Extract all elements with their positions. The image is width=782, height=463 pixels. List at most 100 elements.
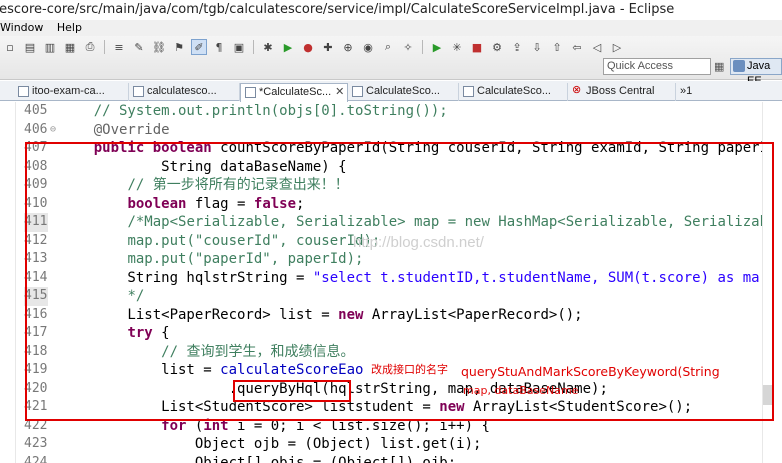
code-line[interactable]: 408 String dataBaseName) { — [0, 158, 782, 177]
tab-itoo-exam[interactable]: itoo-exam-ca... — [14, 83, 129, 101]
menu-window[interactable]: Window — [0, 20, 43, 36]
vertical-scrollbar[interactable] — [762, 102, 782, 463]
deploy-icon[interactable]: ⚙ — [489, 39, 505, 55]
line-number: 410 — [24, 195, 48, 211]
open-perspective-icon[interactable]: ▦ — [714, 58, 728, 75]
skip-icon[interactable]: ✳ — [449, 39, 465, 55]
code-text: // 查询到学生，和成绩信息。 — [161, 343, 355, 360]
editor-tab-bar: itoo-exam-ca... calculatesco... *Calcula… — [0, 81, 782, 102]
publish-icon[interactable]: ⇪ — [509, 39, 525, 55]
tab-overflow[interactable]: »1 — [676, 83, 716, 101]
save-icon[interactable]: ▥ — [42, 39, 58, 55]
new-java-icon[interactable]: ✚ — [320, 39, 336, 55]
tab-label: CalculateSco... — [366, 85, 440, 97]
open-type-icon[interactable]: ⌕ — [380, 39, 396, 55]
tab-label: *CalculateSc... — [259, 86, 332, 98]
line-number: 424 — [24, 454, 48, 463]
line-number: 415 — [24, 287, 48, 306]
close-icon[interactable]: ✕ — [335, 86, 344, 98]
perspective-java-ee[interactable]: Java EE — [730, 58, 782, 87]
java-file-icon — [463, 86, 474, 97]
java-ee-icon — [733, 60, 745, 72]
block-select-icon[interactable]: ▣ — [231, 39, 247, 55]
minimize-icon[interactable]: ▫ — [2, 39, 18, 55]
mark-occurrences-icon[interactable]: ✐ — [191, 39, 207, 55]
code-text: List<PaperRecord> list = new ArrayList<P… — [60, 306, 583, 323]
line-number: 414 — [24, 269, 48, 285]
code-line[interactable]: 410 boolean flag = false; — [0, 195, 782, 214]
tab-calculatescore-3[interactable]: CalculateSco... — [459, 83, 568, 101]
toolbar-row: ▫ ▤ ▥ ▦ ⎙ ≡ ✎ ⛓ ⚑ ✐ ¶ ▣ ✱ ▶ ● ✚ ⊕ ◉ ⌕ ✧ … — [2, 38, 625, 56]
annotation-note-method: queryStuAndMarkScoreByKeyword(String — [461, 364, 720, 379]
line-number: 407 — [24, 140, 48, 155]
last-edit-icon[interactable]: ⇦ — [569, 39, 585, 55]
code-line[interactable]: 415 */ — [0, 287, 782, 306]
forward-icon[interactable]: ▷ — [609, 39, 625, 55]
code-line[interactable]: 422 for (int i = 0; i < list.size(); i++… — [0, 417, 782, 436]
debug-icon[interactable]: ✱ — [260, 39, 276, 55]
tab-calculatescore[interactable]: calculatesco... — [129, 83, 240, 101]
code-line[interactable]: 406 ⊖ @Override — [0, 121, 782, 140]
code-line[interactable]: 424 Object[] objs = (Object[]) ojb; — [0, 454, 782, 463]
code-text: String dataBaseName) { — [60, 158, 347, 175]
code-line[interactable]: 421 List<StudentScore> liststudent = new… — [0, 398, 782, 417]
run-icon[interactable]: ▶ — [280, 39, 296, 55]
bookmark-icon[interactable]: ⚑ — [171, 39, 187, 55]
line-number: 417 — [24, 325, 48, 340]
line-number: 422 — [24, 417, 48, 433]
menu-help[interactable]: Help — [57, 20, 82, 36]
code-line[interactable]: 409 // 第一步将所有的记录查出来！！ — [0, 176, 782, 195]
scrollbar-thumb[interactable] — [763, 385, 773, 405]
line-number: 406 — [24, 121, 48, 137]
tab-calculatescore-service-impl[interactable]: *CalculateSc... ✕ — [240, 83, 348, 102]
code-line[interactable]: 414 String hqlstrString = "select t.stud… — [0, 269, 782, 288]
quick-access-input[interactable]: Quick Access — [603, 58, 711, 75]
tab-calculatescore-2[interactable]: CalculateSco... — [348, 83, 459, 101]
format-icon[interactable]: ≡ — [111, 39, 127, 55]
window-title-bar: tescore-core/src/main/java/com/tgb/calcu… — [0, 0, 782, 20]
stop-icon[interactable]: ■ — [469, 39, 485, 55]
link-icon[interactable]: ⛓ — [151, 39, 167, 55]
code-line[interactable]: 405 // System.out.println(objs[0].toStri… — [0, 102, 782, 121]
resume-icon[interactable]: ▶ — [429, 39, 445, 55]
code-line[interactable]: 418 // 查询到学生，和成绩信息。 — [0, 343, 782, 362]
code-text: boolean flag = false; — [127, 195, 305, 212]
code-line[interactable]: 416 List<PaperRecord> list = new ArrayLi… — [0, 306, 782, 325]
fold-toggle-icon[interactable]: ⊖ — [50, 121, 56, 140]
code-editor[interactable]: 405 // System.out.println(objs[0].toStri… — [0, 102, 782, 463]
line-number: 413 — [24, 251, 48, 266]
code-line[interactable]: 420 .queryByHql(hqlstrString, map, dataB… — [0, 380, 782, 399]
back-icon[interactable]: ◁ — [589, 39, 605, 55]
save-all-icon[interactable]: ▦ — [62, 39, 78, 55]
code-text: map.put("couserId", couserId); — [127, 232, 381, 249]
line-number: 423 — [24, 436, 48, 451]
java-file-icon — [352, 86, 363, 97]
search-icon[interactable]: ✧ — [400, 39, 416, 55]
next-annotation-icon[interactable]: ⇧ — [549, 39, 565, 55]
annotation-note-params: map, dataBaseName — [463, 384, 579, 397]
toolbar-separator — [104, 40, 105, 54]
line-number: 421 — [24, 399, 48, 414]
code-text: for (int i = 0; i < list.size(); i++) { — [161, 417, 490, 434]
new-package-icon[interactable]: ⊕ — [340, 39, 356, 55]
java-file-icon — [245, 87, 256, 98]
code-text: List<StudentScore> liststudent = new Arr… — [60, 399, 693, 415]
print-icon[interactable]: ⎙ — [82, 39, 98, 55]
code-text: // 第一步将所有的记录查出来！！ — [127, 177, 349, 193]
tab-jboss-central[interactable]: ⊗ JBoss Central — [568, 83, 676, 101]
wand-icon[interactable]: ✎ — [131, 39, 147, 55]
show-whitespace-icon[interactable]: ¶ — [211, 39, 227, 55]
server-icon[interactable]: ◉ — [360, 39, 376, 55]
code-line[interactable]: 413 map.put("paperId", paperId); — [0, 250, 782, 269]
external-tools-icon[interactable]: ● — [300, 39, 316, 55]
line-number: 412 — [24, 232, 48, 248]
code-line[interactable]: 411 /*Map<Serializable, Serializable> ma… — [0, 213, 782, 232]
code-line[interactable]: 423 Object ojb = (Object) list.get(i); — [0, 435, 782, 454]
new-icon[interactable]: ▤ — [22, 39, 38, 55]
menu-bar: Window Help — [0, 20, 782, 36]
toolbar-separator — [422, 40, 423, 54]
code-line[interactable]: 407 public boolean countScoreByPaperId(S… — [0, 139, 782, 158]
code-line[interactable]: 417 try { — [0, 324, 782, 343]
prev-annotation-icon[interactable]: ⇩ — [529, 39, 545, 55]
code-text: Object[] objs = (Object[]) ojb; — [60, 454, 457, 463]
